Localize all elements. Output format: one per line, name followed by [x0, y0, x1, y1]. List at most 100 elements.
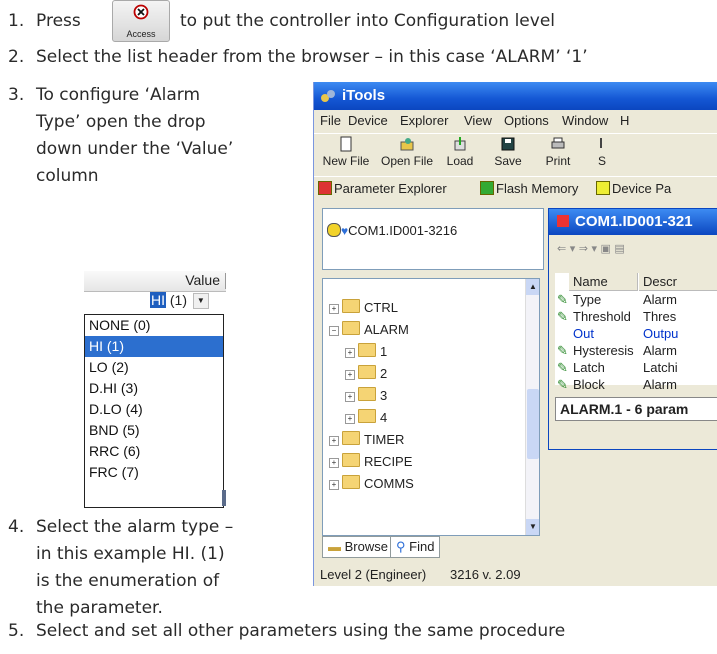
dropdown-option[interactable]: LO (2)	[85, 357, 223, 378]
parameter-description: Latchi	[643, 360, 678, 375]
expand-icon[interactable]: +	[329, 304, 339, 314]
menu-help[interactable]: H	[620, 110, 629, 132]
device-list: ♥COM1.ID001-3216	[322, 208, 544, 270]
alarm-type-dropdown-list: NONE (0) HI (1) LO (2) D.HI (3) D.LO (4) BND …	[84, 314, 224, 508]
parameter-name[interactable]: Type	[573, 291, 637, 308]
dropdown-option[interactable]: RRC (6)	[85, 441, 223, 462]
combo-selected-value: HI	[150, 292, 166, 308]
menu-explorer[interactable]: Explorer	[400, 110, 448, 132]
device-status-icon	[327, 223, 341, 237]
parameter-name[interactable]: Out	[573, 325, 637, 342]
parameter-description: Thres	[643, 309, 677, 324]
load-button[interactable]: Load	[438, 136, 482, 168]
parameter-name[interactable]: Block	[573, 376, 637, 393]
parameter-name[interactable]: Threshold	[573, 308, 637, 325]
alarm-type-combo[interactable]: HI (1) ▼	[150, 292, 226, 312]
parameter-name[interactable]: Hysteresis	[573, 342, 637, 359]
dropdown-option[interactable]: NONE (0)	[85, 315, 223, 336]
pencil-icon: ✎	[557, 377, 568, 392]
save-button[interactable]: Save	[486, 136, 530, 168]
tree-scrollbar[interactable]: ▲ ▼	[525, 279, 539, 535]
folder-icon	[342, 475, 360, 489]
step-number: 3.	[8, 85, 25, 105]
open-file-button[interactable]: Open File	[376, 136, 438, 168]
new-file-button[interactable]: New File	[316, 136, 376, 168]
navigation-bar: ⇐ ▾ ⇒ ▾ ▣ ▤	[549, 237, 717, 261]
status-bar: Level 2 (Engineer) 3216 v. 2.09	[314, 564, 717, 586]
collapse-icon[interactable]: −	[329, 326, 339, 336]
toolbar-button-partial[interactable]: S	[592, 136, 612, 168]
pencil-icon: ✎	[557, 309, 568, 324]
status-access-level: Level 2 (Engineer)	[320, 567, 427, 582]
parameter-explorer-button[interactable]: Parameter Explorer	[318, 177, 447, 201]
tab-browse[interactable]: ▬ Browse	[322, 536, 394, 558]
menu-view[interactable]: View	[464, 110, 492, 132]
access-button[interactable]: Access	[112, 0, 170, 42]
column-separator	[225, 273, 226, 289]
toolbar-partial-label: S	[597, 154, 606, 168]
tree-item[interactable]: +1	[345, 343, 387, 361]
expand-icon[interactable]: +	[329, 436, 339, 446]
menu-device[interactable]: Device	[348, 110, 388, 132]
menu-window[interactable]: Window	[562, 110, 608, 132]
parameter-explorer-label: Parameter Explorer	[334, 181, 447, 196]
tree-item[interactable]: +4	[345, 409, 387, 427]
expand-icon[interactable]: +	[329, 480, 339, 490]
device-name: COM1.ID001-3216	[348, 223, 458, 238]
device-item[interactable]: ♥COM1.ID001-3216	[327, 223, 457, 238]
menu-options[interactable]: Options	[504, 110, 549, 132]
grid-icon	[557, 215, 569, 227]
scroll-thumb[interactable]	[527, 389, 539, 459]
print-button[interactable]: Print	[536, 136, 580, 168]
column-header-description[interactable]: Descr	[639, 273, 717, 291]
step-number: 2.	[8, 47, 25, 67]
tree-item[interactable]: + CTRL	[329, 299, 398, 317]
device-panel-label: Device Pa	[612, 181, 672, 196]
status-version: 3216 v. 2.09	[450, 567, 521, 582]
itools-window: iTools File Device Explorer View Options…	[313, 82, 717, 586]
back-arrow-icon[interactable]: ⇐ ▾	[557, 242, 575, 255]
dropdown-option[interactable]: BND (5)	[85, 420, 223, 441]
step-text: is the enumeration of	[36, 571, 220, 591]
expand-icon[interactable]: +	[345, 392, 355, 402]
chevron-down-icon[interactable]: ▼	[192, 293, 209, 310]
tree-item[interactable]: − ALARM	[329, 321, 409, 339]
step-text: To configure ‘Alarm	[36, 85, 200, 105]
flash-icon	[480, 181, 494, 195]
expand-icon[interactable]: +	[329, 458, 339, 468]
dropdown-option[interactable]: HI (1)	[85, 336, 223, 357]
tree-item-label: TIMER	[364, 432, 405, 447]
dropdown-option[interactable]: FRC (7)	[85, 462, 223, 483]
tree-item[interactable]: + RECIPE	[329, 453, 412, 471]
forward-arrow-icon[interactable]: ⇒ ▾	[579, 242, 597, 255]
tree-item[interactable]: + COMMS	[329, 475, 414, 493]
value-column-header[interactable]: Value	[84, 271, 226, 292]
tab-find[interactable]: ⚲ Find	[390, 536, 441, 558]
tree-item[interactable]: +3	[345, 387, 387, 405]
parameter-name[interactable]: Latch	[573, 359, 637, 376]
folder-icon[interactable]: ▤	[614, 242, 624, 255]
folder-up-icon[interactable]: ▣	[601, 242, 611, 255]
dropdown-option[interactable]: D.HI (3)	[85, 378, 223, 399]
scroll-up-icon[interactable]: ▲	[526, 279, 539, 295]
parameter-grid: Name Descr ✎ Type Alarm ✎ Threshold Thres Out O…	[555, 273, 717, 392]
expand-icon[interactable]: +	[345, 370, 355, 380]
browser-tabs: ▬ Browse ⚲ Find	[322, 536, 538, 558]
parameter-window-title: COM1.ID001-321	[549, 209, 717, 235]
expand-icon[interactable]: +	[345, 348, 355, 358]
title-bar: iTools	[314, 82, 717, 110]
tree-item[interactable]: + TIMER	[329, 431, 404, 449]
dropdown-option[interactable]: D.LO (4)	[85, 399, 223, 420]
flash-memory-button[interactable]: Flash Memory	[480, 177, 578, 201]
folder-icon	[358, 343, 376, 357]
device-panel-button[interactable]: Device Pa	[596, 177, 671, 201]
column-header-name[interactable]: Name	[569, 273, 638, 291]
browser-tree: ▲ ▼ + CTRL − ALARM +1 +2 +3 +4 + TIMER + RECIPE + COM…	[322, 278, 540, 536]
access-button-label: Access	[126, 29, 156, 39]
step-number: 4.	[8, 517, 25, 537]
scroll-down-icon[interactable]: ▼	[526, 519, 539, 535]
tree-item[interactable]: +2	[345, 365, 387, 383]
menu-file[interactable]: File	[320, 110, 341, 132]
tree-item-label: RECIPE	[364, 454, 413, 469]
expand-icon[interactable]: +	[345, 414, 355, 424]
